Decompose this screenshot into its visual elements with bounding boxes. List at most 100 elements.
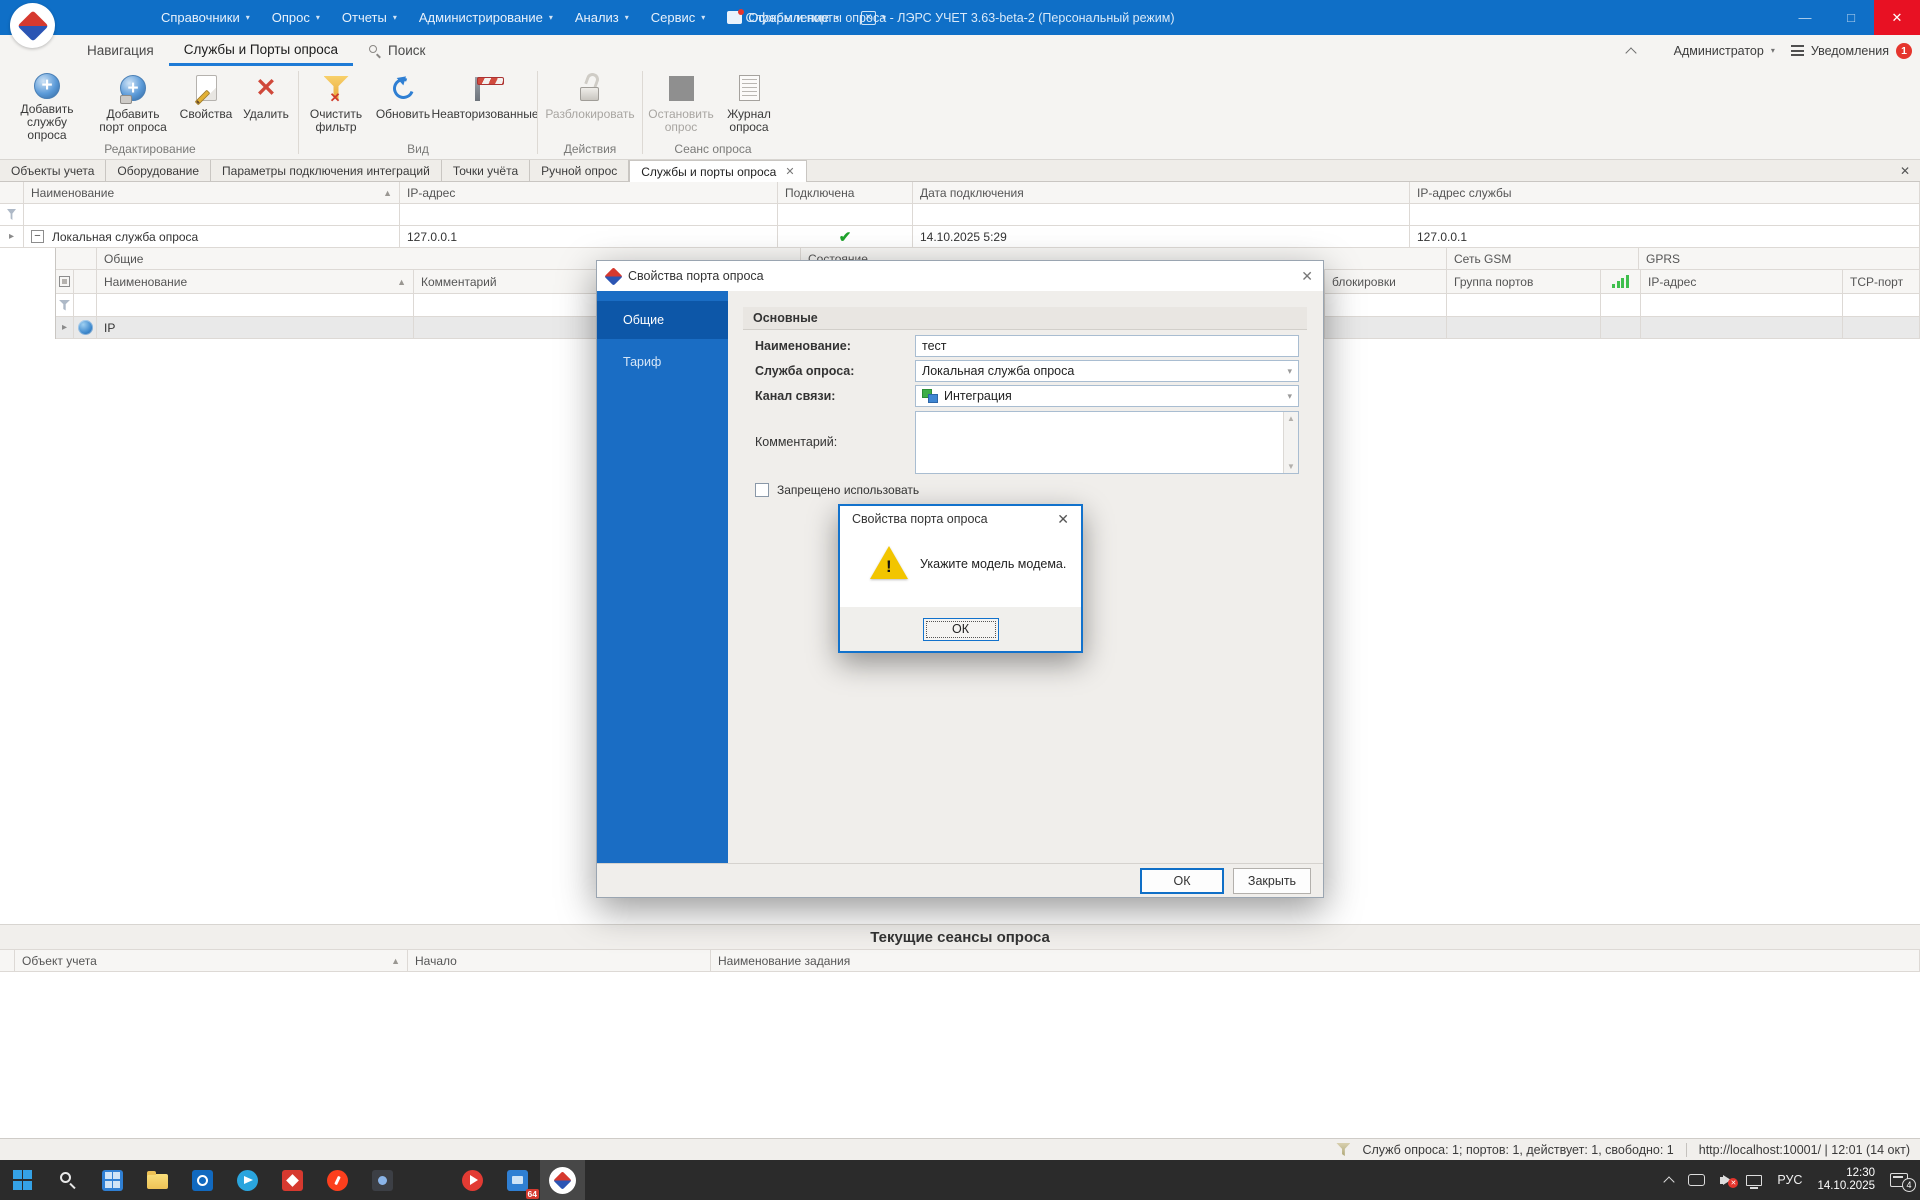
filter-cell[interactable] <box>1601 294 1641 316</box>
comment-textarea[interactable]: ▲ ▼ <box>915 411 1299 474</box>
taskbar-camera-app[interactable]: 64 <box>495 1160 540 1200</box>
ribbon-tab-services-ports[interactable]: Службы и Порты опроса <box>169 35 353 66</box>
filter-cell[interactable] <box>778 204 913 225</box>
select-all-cell[interactable] <box>56 270 74 293</box>
quick-access-menu[interactable]: ✕▾ <box>850 0 897 35</box>
sessions-column-start[interactable]: Начало <box>408 950 711 971</box>
filter-cell[interactable] <box>1410 204 1920 225</box>
dialog-ok-button[interactable]: ОК <box>1140 868 1224 894</box>
taskbar-dark-app[interactable] <box>360 1160 405 1200</box>
menu-otchety[interactable]: Отчеты▾ <box>331 0 408 35</box>
scroll-down-icon[interactable]: ▼ <box>1287 462 1295 471</box>
poll-service-combobox[interactable]: Локальная служба опроса ▾ <box>915 360 1299 382</box>
detail-column-blocking[interactable]: блокировки <box>1325 270 1447 293</box>
notifications-button[interactable]: Уведомления 1 <box>1791 43 1912 59</box>
taskbar-outlook[interactable] <box>180 1160 225 1200</box>
tray-network[interactable] <box>1746 1175 1762 1186</box>
dialog-close-icon[interactable]: ✕ <box>1301 268 1313 285</box>
messagebox-close-icon[interactable]: ✕ <box>1057 511 1069 528</box>
taskbar-red-app[interactable] <box>270 1160 315 1200</box>
unlock-button[interactable]: Разблокировать <box>540 68 640 142</box>
taskbar-search-button[interactable] <box>45 1160 90 1200</box>
ribbon-tab-navigation[interactable]: Навигация <box>72 35 169 66</box>
detail-column-port-group[interactable]: Группа портов <box>1447 270 1601 293</box>
stop-poll-button[interactable]: Остановить опрос <box>645 68 717 142</box>
taskbar-app-grid[interactable] <box>90 1160 135 1200</box>
dialog-close-button[interactable]: Закрыть <box>1233 868 1311 894</box>
filter-cell[interactable] <box>1325 294 1447 316</box>
messagebox-title-bar[interactable]: Свойства порта опроса ✕ <box>840 506 1081 532</box>
tab-equipment[interactable]: Оборудование <box>106 160 211 182</box>
scroll-up-icon[interactable]: ▲ <box>1287 414 1295 423</box>
taskbar-lers-app[interactable] <box>540 1160 585 1200</box>
sessions-column-object[interactable]: Объект учета▲ <box>15 950 408 971</box>
menu-spravochniki[interactable]: Справочники▾ <box>150 0 261 35</box>
taskbar-messenger[interactable] <box>225 1160 270 1200</box>
menu-opros[interactable]: Опрос▾ <box>261 0 331 35</box>
column-header-name[interactable]: Наименование▲ <box>24 182 400 203</box>
clear-filter-button[interactable]: ✕ Очистить фильтр <box>301 68 371 142</box>
maximize-button[interactable]: □ <box>1828 0 1874 35</box>
service-row[interactable]: ▸ −Локальная служба опроса 127.0.0.1 ✔ 1… <box>0 226 1920 248</box>
filter-cell[interactable] <box>913 204 1410 225</box>
sessions-column-task[interactable]: Наименование задания <box>711 950 1920 971</box>
tray-expand-button[interactable] <box>1665 1174 1673 1186</box>
close-tab-icon[interactable]: ✕ <box>785 165 794 178</box>
start-button[interactable] <box>0 1160 45 1200</box>
dialog-title-bar[interactable]: Свойства порта опроса ✕ <box>597 261 1323 291</box>
filter-cell[interactable] <box>1843 294 1920 316</box>
dialog-nav-general[interactable]: Общие <box>597 301 728 339</box>
delete-button[interactable]: ✕ Удалить <box>236 68 296 142</box>
scrollbar[interactable]: ▲ ▼ <box>1283 412 1298 473</box>
tab-manual-poll[interactable]: Ручной опрос <box>530 160 629 182</box>
name-input[interactable] <box>915 335 1299 357</box>
app-logo[interactable] <box>10 3 55 48</box>
messagebox-ok-button[interactable]: ОК <box>923 618 999 641</box>
taskbar-media-app[interactable] <box>450 1160 495 1200</box>
tab-services-ports[interactable]: Службы и порты опроса✕ <box>629 160 806 182</box>
properties-button[interactable]: Свойства <box>176 68 236 142</box>
channel-combobox[interactable]: Интеграция ▾ <box>915 385 1299 407</box>
action-center-button[interactable]: 4 <box>1890 1173 1908 1187</box>
filter-cell[interactable] <box>1447 294 1601 316</box>
filter-cell[interactable] <box>1641 294 1843 316</box>
column-header-service-ip[interactable]: IP-адрес службы <box>1410 182 1920 203</box>
add-poll-port-button[interactable]: + Добавить порт опроса <box>90 68 176 142</box>
add-poll-service-button[interactable]: + Добавить службу опроса <box>4 68 90 142</box>
taskbar-clock[interactable]: 12:30 14.10.2025 <box>1817 1167 1875 1193</box>
tab-integration-params[interactable]: Параметры подключения интеграций <box>211 160 442 182</box>
tray-camera[interactable] <box>1688 1174 1705 1186</box>
filter-cell[interactable] <box>400 204 778 225</box>
filter-cell[interactable] <box>24 204 400 225</box>
forbidden-checkbox[interactable] <box>755 483 769 497</box>
menu-administrirovanie[interactable]: Администрирование▾ <box>408 0 564 35</box>
collapse-row-icon[interactable]: − <box>31 230 44 243</box>
refresh-button[interactable]: Обновить <box>371 68 435 142</box>
close-button[interactable]: ✕ <box>1874 0 1920 35</box>
detail-column-ip[interactable]: IP-адрес <box>1641 270 1843 293</box>
minimize-button[interactable]: — <box>1782 0 1828 35</box>
menu-analiz[interactable]: Анализ▾ <box>564 0 640 35</box>
detail-column-name[interactable]: Наименование▲ <box>97 270 414 293</box>
unauthorized-button[interactable]: Неавторизованные <box>435 68 535 142</box>
ribbon-tab-search[interactable]: Поиск <box>353 35 440 66</box>
column-header-connect-date[interactable]: Дата подключения <box>913 182 1410 203</box>
close-all-tabs-icon[interactable]: ✕ <box>1900 164 1910 178</box>
user-menu[interactable]: Администратор ▾ <box>1651 43 1775 58</box>
collapse-ribbon-icon[interactable] <box>1625 47 1636 58</box>
tab-accounting-objects[interactable]: Объекты учета <box>0 160 106 182</box>
menu-servis[interactable]: Сервис▾ <box>640 0 717 35</box>
taskbar-yandex[interactable] <box>315 1160 360 1200</box>
detail-column-signal[interactable] <box>1601 270 1641 293</box>
tray-volume[interactable]: ✕ <box>1720 1175 1731 1185</box>
menu-oformlenie[interactable]: Оформление▾ <box>716 0 850 35</box>
tab-metering-points[interactable]: Точки учёта <box>442 160 530 182</box>
filter-cell[interactable] <box>97 294 414 316</box>
taskbar-file-explorer[interactable] <box>135 1160 180 1200</box>
column-header-connected[interactable]: Подключена <box>778 182 913 203</box>
language-indicator[interactable]: РУС <box>1777 1173 1802 1187</box>
column-header-ip[interactable]: IP-адрес <box>400 182 778 203</box>
dialog-nav-tariff[interactable]: Тариф <box>597 343 728 381</box>
poll-journal-button[interactable]: Журнал опроса <box>717 68 781 142</box>
taskbar-contacts[interactable] <box>405 1160 450 1200</box>
